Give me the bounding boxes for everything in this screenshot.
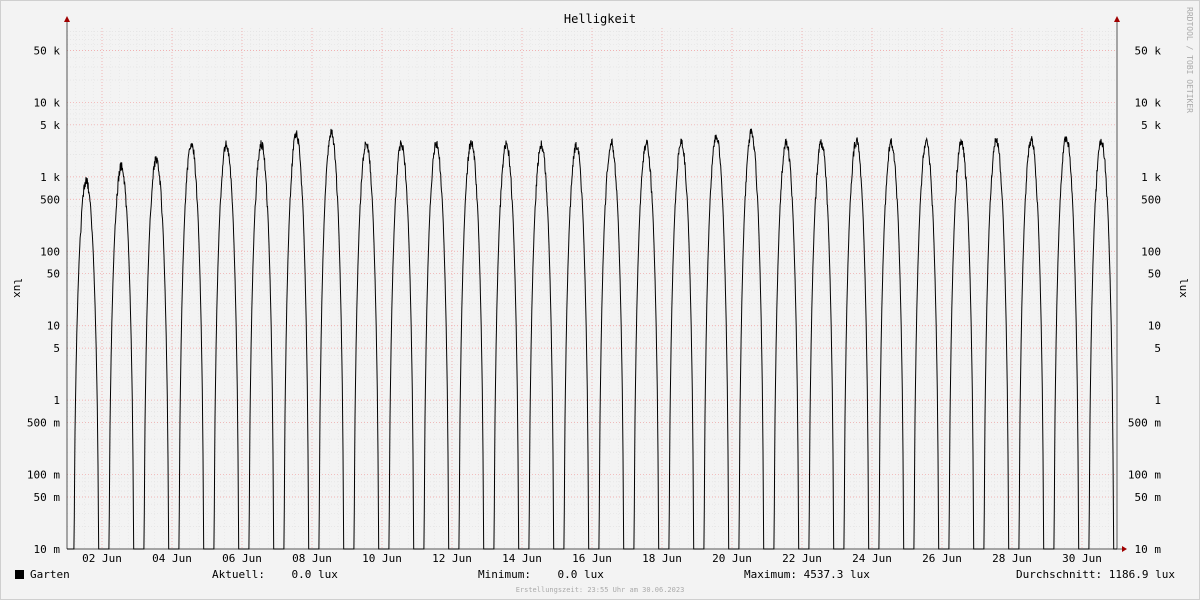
x-axis-arrow bbox=[1122, 546, 1127, 552]
x-tick-label: 08 Jun bbox=[292, 552, 332, 565]
y-tick-label-left: 50 k bbox=[34, 44, 61, 57]
x-tick-label: 02 Jun bbox=[82, 552, 122, 565]
y-tick-label-left: 50 bbox=[47, 268, 60, 281]
y-tick-label-right: 500 bbox=[1141, 193, 1161, 206]
y-tick-label-left: 500 bbox=[40, 193, 60, 206]
y-tick-label-left: 10 m bbox=[34, 543, 61, 556]
x-tick-label: 12 Jun bbox=[432, 552, 472, 565]
y-axis-label-left: lux bbox=[11, 278, 24, 298]
y-tick-label-left: 5 bbox=[53, 342, 60, 355]
y-tick-label-right: 100 m bbox=[1128, 469, 1161, 482]
y-tick-label-right: 10 m bbox=[1135, 543, 1162, 556]
legend-minimum: Minimum: 0.0 lux bbox=[478, 568, 604, 581]
y-tick-label-right: 10 k bbox=[1135, 96, 1162, 109]
y-tick-label-right: 1 k bbox=[1141, 171, 1161, 184]
y-tick-labels: 50 k 50 k 10 k 10 k 5 k 5 k 1 k 1 k 500 500 100 100… bbox=[27, 44, 1161, 556]
x-tick-label: 16 Jun bbox=[572, 552, 612, 565]
x-tick-label: 22 Jun bbox=[782, 552, 822, 565]
legend-swatch bbox=[15, 570, 24, 579]
y-tick-label-right: 100 bbox=[1141, 245, 1161, 258]
x-tick-label: 10 Jun bbox=[362, 552, 402, 565]
x-tick-label: 20 Jun bbox=[712, 552, 752, 565]
y-tick-label-right: 50 m bbox=[1135, 491, 1162, 504]
y-tick-label-right: 50 k bbox=[1135, 44, 1162, 57]
watermark: RRDTOOL / TOBI OETIKER bbox=[1185, 7, 1194, 113]
y-axis-label-right: lux bbox=[1177, 278, 1190, 298]
y-axis-arrow-right bbox=[1114, 16, 1120, 22]
chart-title: Helligkeit bbox=[564, 12, 636, 26]
y-tick-label-right: 500 m bbox=[1128, 417, 1161, 430]
x-tick-label: 28 Jun bbox=[992, 552, 1032, 565]
y-tick-label-left: 1 bbox=[53, 394, 60, 407]
y-tick-label-left: 50 m bbox=[34, 491, 61, 504]
x-tick-label: 30 Jun bbox=[1062, 552, 1102, 565]
y-tick-label-left: 1 k bbox=[40, 171, 60, 184]
legend-series-name: Garten bbox=[30, 568, 70, 581]
y-tick-label-left: 10 k bbox=[34, 96, 61, 109]
legend-current: Aktuell: 0.0 lux bbox=[212, 568, 338, 581]
y-tick-label-left: 10 bbox=[47, 320, 60, 333]
x-tick-label: 18 Jun bbox=[642, 552, 682, 565]
legend-average: Durchschnitt: 1186.9 lux bbox=[1016, 568, 1175, 581]
y-tick-label-right: 1 bbox=[1154, 394, 1161, 407]
y-tick-label-left: 100 bbox=[40, 245, 60, 258]
x-tick-labels: 02 Jun 04 Jun 06 Jun 08 Jun 10 Jun 12 Jun 14 J… bbox=[82, 552, 1102, 565]
x-tick-label: 04 Jun bbox=[152, 552, 192, 565]
x-tick-label: 14 Jun bbox=[502, 552, 542, 565]
line-chart: 50 k 50 k10 k 10 k5 k5 k1 k1 k500 500100 100… bbox=[11, 7, 1194, 565]
x-tick-label: 24 Jun bbox=[852, 552, 892, 565]
y-axis-arrow-left bbox=[64, 16, 70, 22]
y-tick-label-right: 5 bbox=[1154, 342, 1161, 355]
y-tick-label-left: 100 m bbox=[27, 469, 60, 482]
footer-timestamp: Erstellungszeit: 23:55 Uhr am 30.06.2023 bbox=[515, 586, 685, 594]
y-tick-label-right: 10 bbox=[1148, 320, 1161, 333]
y-tick-label-right: 5 k bbox=[1141, 119, 1161, 132]
legend-maximum: Maximum: 4537.3 lux bbox=[744, 568, 870, 581]
x-tick-label: 26 Jun bbox=[922, 552, 962, 565]
grid bbox=[67, 28, 1117, 550]
y-tick-label-left: 5 k bbox=[40, 119, 60, 132]
y-tick-label-left: 500 m bbox=[27, 417, 60, 430]
x-tick-label: 06 Jun bbox=[222, 552, 262, 565]
y-tick-label-right: 50 bbox=[1148, 268, 1161, 281]
axes bbox=[64, 16, 1127, 552]
